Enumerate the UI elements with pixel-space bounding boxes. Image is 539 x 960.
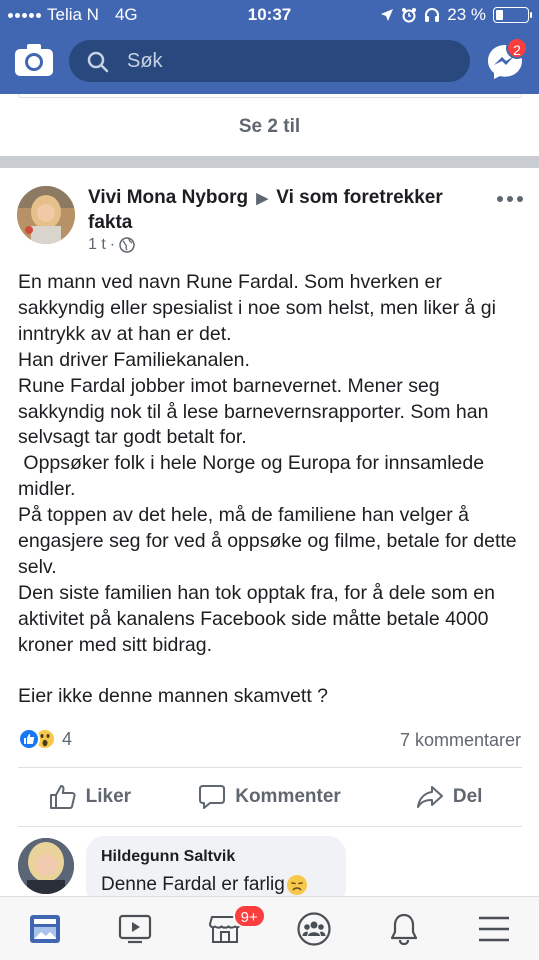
feed-separator [0, 156, 539, 168]
comment-label: Kommenter [235, 786, 341, 807]
commenter-name[interactable]: Hildegunn Saltvik [101, 848, 331, 866]
camera-button[interactable] [14, 43, 54, 77]
comment-body: Denne Fardal er farlig [101, 874, 285, 895]
commenter-avatar-image [18, 838, 74, 894]
see-more-button[interactable]: Se 2 til [0, 116, 539, 138]
top-bar: Telia N 4G 10:37 23 % Søk 2 [0, 0, 539, 94]
sad-face-icon [286, 875, 307, 895]
reaction-count: 4 [62, 728, 73, 749]
commenter-avatar[interactable] [18, 838, 74, 894]
nav-menu[interactable] [449, 897, 539, 960]
nav-notifications[interactable] [359, 897, 449, 960]
post-text: En mann ved navn Rune Fardal. Som hverke… [18, 270, 523, 710]
post-paragraph: Eier ikke denne mannen skamvett ? [18, 685, 329, 708]
post-paragraph: Den siste familien han tok opptak fra, f… [18, 581, 501, 656]
comment-icon [199, 785, 226, 809]
post-actions: Liker Kommenter Del [0, 768, 539, 826]
comment-count[interactable]: 7 kommentarer [400, 730, 521, 751]
menu-icon [479, 916, 510, 941]
share-label: Del [452, 786, 483, 807]
actions-divider-bottom [18, 826, 522, 827]
share-icon [416, 786, 443, 808]
post-time[interactable]: 1 t [88, 236, 106, 254]
groups-icon [297, 911, 331, 946]
post-header-title: Vivi Mona Nyborg ▶ Vi som foretrekker fa… [88, 186, 483, 235]
search-icon [87, 51, 109, 73]
post-paragraph: Rune Fardal jobber imot barnevernet. Men… [18, 374, 494, 449]
post-meta: 1 t · [88, 236, 135, 254]
share-button[interactable]: Del [359, 768, 539, 826]
like-icon [18, 728, 40, 750]
post-paragraph: Oppsøker folk i hele Norge og Europa for… [18, 452, 490, 501]
watch-icon [118, 914, 151, 943]
battery-icon [493, 7, 532, 23]
status-bar: Telia N 4G 10:37 23 % [0, 0, 539, 30]
meta-separator: · [109, 236, 116, 253]
author-avatar[interactable] [17, 186, 75, 244]
like-button[interactable]: Liker [0, 768, 180, 826]
like-label: Liker [85, 786, 132, 807]
arrow-right-icon: ▶ [256, 190, 268, 207]
location-icon [381, 9, 394, 21]
reactions-summary[interactable]: 4 [18, 728, 72, 750]
thumbs-up-icon [49, 785, 76, 809]
camera-icon [15, 44, 53, 76]
search-bar[interactable]: Søk [69, 40, 470, 82]
nav-marketplace[interactable]: 9+ [180, 897, 270, 960]
notifications-icon [391, 913, 418, 945]
status-right: 23 % [380, 5, 532, 25]
post-paragraph: På toppen av det hele, må de familiene h… [18, 504, 523, 578]
post-options-button[interactable] [497, 196, 525, 206]
post-paragraph-blank [18, 659, 523, 685]
author-avatar-image [17, 186, 75, 244]
nav-news-feed[interactable] [0, 897, 90, 960]
alarm-icon [402, 8, 417, 23]
battery-percent: 23 % [447, 5, 486, 24]
search-placeholder: Søk [127, 50, 163, 72]
nav-watch[interactable] [90, 897, 180, 960]
comment-text: Denne Fardal er farlig [101, 874, 331, 896]
marketplace-badge: 9+ [232, 904, 266, 928]
previous-post-footer: Se 2 til [0, 94, 539, 156]
author-name[interactable]: Vivi Mona Nyborg [88, 187, 248, 208]
globe-icon [119, 237, 135, 253]
battery-fill [496, 10, 503, 20]
post-paragraph: Han driver Familiekanalen. [18, 348, 250, 371]
headphones-icon [425, 8, 440, 22]
nav-groups[interactable] [269, 897, 359, 960]
news-feed-icon [29, 914, 60, 943]
post-paragraph: En mann ved navn Rune Fardal. Som hverke… [18, 271, 502, 345]
bottom-nav: 9+ [0, 896, 539, 960]
comment-button[interactable]: Kommenter [180, 768, 360, 826]
previous-post-edge [18, 94, 522, 98]
messenger-badge: 2 [506, 37, 528, 59]
